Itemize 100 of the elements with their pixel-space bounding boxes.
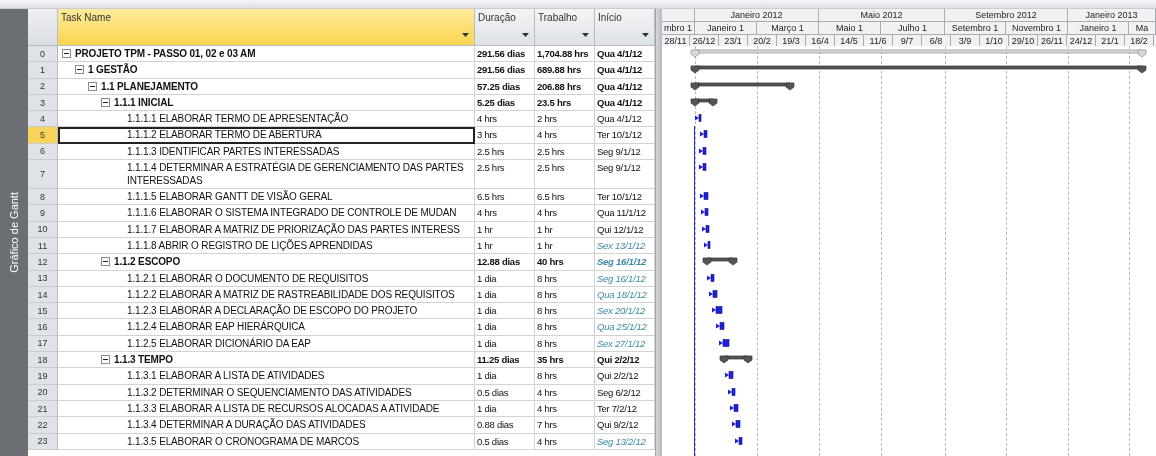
row-number[interactable]: 8 bbox=[28, 189, 58, 206]
task-name-cell[interactable]: 1.1.1.1 ELABORAR TERMO DE APRESENTAÇÃO bbox=[58, 111, 475, 128]
timescale-label: Maio 1 bbox=[819, 22, 881, 34]
task-name-cell[interactable]: 1.1.3.1 ELABORAR A LISTA DE ATIVIDADES bbox=[58, 368, 475, 385]
start-cell: Qua 18/1/12 bbox=[595, 286, 655, 304]
duration-cell: 1 dia bbox=[475, 368, 535, 385]
column-header[interactable]: Início bbox=[595, 9, 655, 46]
row-number[interactable]: 16 bbox=[28, 319, 58, 336]
duration-cell: 4 hrs bbox=[475, 205, 535, 222]
task-name-cell[interactable]: 1.1.2.1 ELABORAR O DOCUMENTO DE REQUISITOS bbox=[58, 270, 475, 287]
task-bar[interactable] bbox=[715, 306, 723, 314]
timescale-label: 21/1 bbox=[1096, 35, 1125, 46]
task-name-cell[interactable]: 1.1.1.2 ELABORAR TERMO DE ABERTURA bbox=[58, 127, 475, 144]
row-number[interactable]: 5 bbox=[28, 127, 58, 144]
dropdown-caret-icon[interactable] bbox=[642, 33, 649, 37]
dropdown-caret-icon[interactable] bbox=[522, 33, 529, 37]
task-name-cell[interactable]: 1.1.3.3 ELABORAR A LISTA DE RECURSOS ALOCADAS A ATIVIDADE bbox=[58, 400, 475, 418]
link-arrow-icon bbox=[700, 193, 704, 199]
task-bar[interactable] bbox=[738, 436, 743, 445]
timescale-label: Novembro 1 bbox=[1006, 22, 1068, 34]
task-bar[interactable] bbox=[698, 114, 702, 122]
task-name-cell[interactable]: PROJETO TPM - PASSO 01, 02 e 03 AM bbox=[58, 46, 475, 63]
timescale-label: 16/4 bbox=[806, 35, 835, 46]
task-bar[interactable] bbox=[710, 273, 715, 282]
collapse-icon[interactable] bbox=[75, 65, 84, 75]
task-bar[interactable] bbox=[702, 147, 707, 155]
task-name-cell[interactable]: 1.1.1.7 ELABORAR A MATRIZ DE PRIORIZAÇÃO DAS PARTES INTERESS bbox=[58, 221, 475, 238]
task-name-cell[interactable]: 1.1.3.4 DETERMINAR A DURAÇÃO DAS ATIVIDADES bbox=[58, 417, 475, 434]
row-number[interactable]: 18 bbox=[28, 352, 58, 369]
row-number[interactable]: 19 bbox=[28, 368, 58, 385]
work-cell: 2.5 hrs bbox=[535, 143, 595, 161]
row-number[interactable]: 1 bbox=[28, 62, 58, 79]
start-cell: Ter 10/1/12 bbox=[595, 189, 655, 206]
row-number[interactable]: 15 bbox=[28, 303, 58, 320]
task-name-cell[interactable]: 1.1.1.5 ELABORAR GANTT DE VISÃO GERAL bbox=[58, 189, 475, 206]
task-name-cell[interactable]: 1.1.1 INICIAL bbox=[58, 94, 475, 112]
task-name-cell[interactable]: 1.1 PLANEJAMENTO bbox=[58, 78, 475, 95]
collapse-icon[interactable] bbox=[62, 49, 71, 58]
start-cell: Qui 2/2/12 bbox=[595, 368, 655, 385]
row-number[interactable]: 0 bbox=[28, 46, 58, 63]
timescale-label: Julho 1 bbox=[881, 22, 945, 34]
column-header[interactable]: Trabalho bbox=[535, 9, 595, 46]
task-name-cell[interactable]: 1.1.2.5 ELABORAR DICIONÁRIO DA EAP bbox=[58, 335, 475, 353]
timescale-label: Janeiro 1 bbox=[1068, 22, 1129, 34]
task-name-cell[interactable]: 1.1.1.8 ABRIR O REGISTRO DE LIÇÕES APRENDIDAS bbox=[58, 237, 475, 255]
collapse-icon[interactable] bbox=[101, 257, 110, 267]
task-bar[interactable] bbox=[722, 338, 730, 347]
timescale-label: 1/10 bbox=[980, 35, 1009, 46]
task-name-cell[interactable]: 1.1.3.5 ELABORAR O CRONOGRAMA DE MARCOS bbox=[58, 433, 475, 450]
task-bar[interactable] bbox=[735, 420, 741, 429]
task-bar[interactable] bbox=[703, 130, 708, 139]
row-number[interactable]: 9 bbox=[28, 205, 58, 222]
start-cell: Seg 13/2/12 bbox=[595, 433, 655, 450]
task-bar[interactable] bbox=[712, 290, 718, 298]
task-name-cell[interactable]: 1.1.2 ESCOPO bbox=[58, 254, 475, 271]
timescale-label: 19/3 bbox=[777, 35, 806, 46]
row-number[interactable]: 22 bbox=[28, 417, 58, 434]
task-name-cell[interactable]: 1.1.2.4 ELABORAR EAP HIERÁRQUICA bbox=[58, 319, 475, 336]
link-arrow-icon bbox=[709, 291, 713, 297]
column-header[interactable]: Task Name bbox=[58, 9, 475, 46]
task-name-cell[interactable]: 1.1.2.3 ELABORAR A DECLARAÇÃO DE ESCOPO DO PROJETO bbox=[58, 303, 475, 320]
collapse-icon[interactable] bbox=[101, 355, 110, 365]
duration-cell: 1 dia bbox=[475, 303, 535, 320]
row-number[interactable]: 12 bbox=[28, 254, 58, 271]
task-bar[interactable] bbox=[704, 208, 709, 217]
column-header[interactable]: Duração bbox=[475, 9, 535, 46]
task-bar[interactable] bbox=[702, 163, 707, 171]
task-bar[interactable] bbox=[705, 224, 710, 233]
task-bar[interactable] bbox=[703, 192, 709, 200]
timescale-label: Janeiro 2013 bbox=[1068, 9, 1156, 21]
task-bar[interactable] bbox=[728, 371, 734, 380]
task-name-cell[interactable]: 1.1.1.4 DETERMINAR A ESTRATÉGIA DE GERENCIAMENTO DAS PARTES INTERESSADAS bbox=[58, 160, 475, 190]
start-cell: Sex 13/1/12 bbox=[595, 237, 655, 255]
select-all-cell[interactable] bbox=[28, 9, 58, 46]
task-name-cell[interactable]: 1.1.2.2 ELABORAR A MATRIZ DE RASTREABILIDADE DOS REQUISITOS bbox=[58, 286, 475, 304]
row-number[interactable]: 4 bbox=[28, 111, 58, 128]
dropdown-caret-icon[interactable] bbox=[582, 33, 589, 37]
start-cell: Qua 4/1/12 bbox=[595, 111, 655, 128]
start-cell: Ter 10/1/12 bbox=[595, 127, 655, 144]
link-arrow-icon bbox=[695, 115, 699, 121]
duration-cell: 1 dia bbox=[475, 286, 535, 304]
timescale-label: 3/9 bbox=[951, 35, 980, 46]
dropdown-caret-icon[interactable] bbox=[462, 33, 469, 37]
collapse-icon[interactable] bbox=[101, 97, 110, 107]
task-name-cell[interactable]: 1.1.1.3 IDENTIFICAR PARTES INTERESSADAS bbox=[58, 143, 475, 161]
task-name-cell[interactable]: 1 GESTÃO bbox=[58, 62, 475, 79]
link-arrow-icon bbox=[712, 307, 716, 313]
timescale-label: 20/2 bbox=[748, 35, 777, 46]
work-cell: 6.5 hrs bbox=[535, 189, 595, 206]
task-bar[interactable] bbox=[707, 241, 711, 249]
duration-cell: 1 dia bbox=[475, 400, 535, 418]
row-number[interactable]: 7 bbox=[28, 160, 58, 190]
collapse-icon[interactable] bbox=[88, 81, 97, 91]
task-name-cell[interactable]: 1.1.3.2 DETERMINAR O SEQUENCIAMENTO DAS ATIVIDADES bbox=[58, 384, 475, 401]
task-bar[interactable] bbox=[719, 322, 725, 331]
task-bar[interactable] bbox=[731, 387, 736, 396]
timescale-label: Janeiro 2012 bbox=[695, 9, 819, 21]
task-bar[interactable] bbox=[733, 404, 739, 412]
task-name-cell[interactable]: 1.1.3 TEMPO bbox=[58, 352, 475, 369]
task-name-cell[interactable]: 1.1.1.6 ELABORAR O SISTEMA INTEGRADO DE CONTROLE DE MUDAN bbox=[58, 205, 475, 222]
